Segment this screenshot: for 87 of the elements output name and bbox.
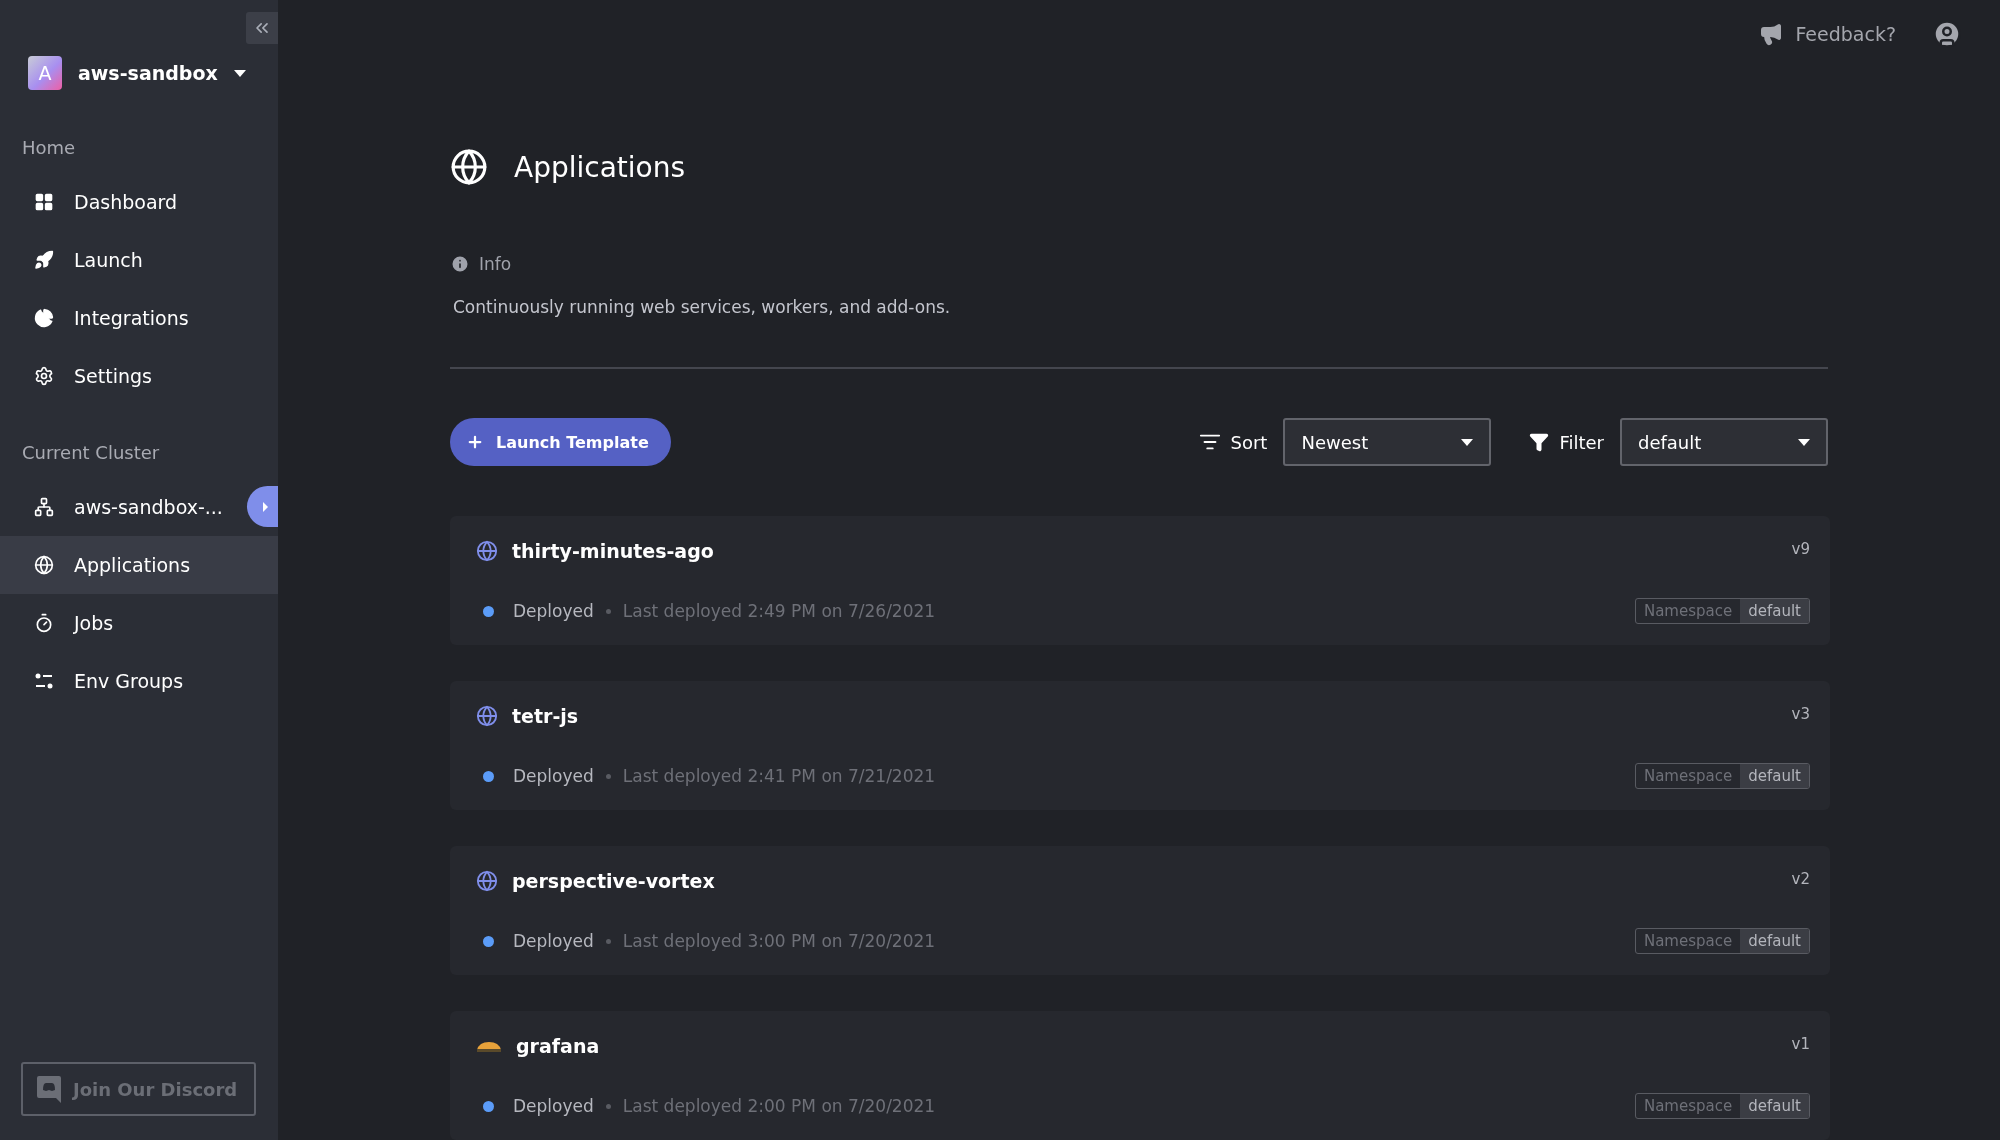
app-card[interactable]: tetr-js v3 Deployed Last deployed 2:41 PM on 7/21/2021 Namespace default [450, 681, 1830, 810]
caret-icon[interactable] [233, 69, 246, 77]
stopwatch-icon [34, 613, 54, 633]
workspace-name[interactable]: aws-sandbox [78, 62, 218, 84]
sidebar-item[interactable]: Launch [0, 231, 278, 289]
user-avatar-icon[interactable] [1932, 19, 1962, 49]
sidebar-item-label: Integrations [74, 307, 189, 329]
separator-dot [605, 1103, 611, 1109]
sidebar-item-label: Jobs [74, 612, 114, 634]
app-version: v3 [1791, 705, 1810, 723]
info-label: Info [479, 254, 512, 274]
collapse-button[interactable] [246, 12, 278, 44]
namespace-value: default [1740, 1094, 1809, 1118]
sort-select[interactable]: Newest [1283, 418, 1492, 466]
app-status: Deployed [513, 1096, 594, 1116]
sidebar-item[interactable]: Integrations [0, 289, 278, 347]
page-title: Applications [514, 150, 686, 184]
sliders-icon [34, 671, 54, 691]
sidebar-item[interactable]: aws-sandbox-... [0, 478, 278, 536]
sidebar-item[interactable]: Applications [0, 536, 278, 594]
app-status: Deployed [513, 601, 594, 621]
separator-dot [605, 773, 611, 779]
app-name: grafana [516, 1035, 600, 1057]
app-card[interactable]: thirty-minutes-ago v9 Deployed Last deployed 2:49 PM on 7/26/2021 Namespace default [450, 516, 1830, 645]
sidebar-item-label: aws-sandbox-... [74, 496, 223, 518]
sort-label: Sort [1230, 431, 1268, 453]
workspace-avatar: A [28, 56, 62, 90]
app-version: v1 [1791, 1035, 1810, 1053]
namespace-value: default [1740, 599, 1809, 623]
feedback-button[interactable]: Feedback? [1759, 22, 1896, 46]
nodes-icon [34, 497, 54, 517]
sidebar-item[interactable]: Jobs [0, 594, 278, 652]
globe-icon [450, 148, 488, 186]
globe-icon [476, 540, 498, 562]
namespace-label: Namespace [1642, 766, 1734, 787]
separator-dot [605, 938, 611, 944]
namespace-label: Namespace [1642, 931, 1734, 952]
filter-select[interactable]: default [1620, 418, 1828, 466]
sidebar-item-label: Applications [74, 554, 191, 576]
app-name: perspective-vortex [512, 870, 715, 892]
app-name: thirty-minutes-ago [512, 540, 714, 562]
status-dot [483, 1100, 494, 1112]
sidebar-item[interactable]: Env Groups [0, 652, 278, 710]
grid-icon [34, 192, 54, 212]
sidebar-item-label: Dashboard [74, 191, 178, 213]
launch-template-button[interactable]: Launch Template [450, 418, 671, 466]
globe-icon [476, 705, 498, 727]
sidebar-item[interactable]: Settings [0, 347, 278, 405]
app-version: v9 [1791, 540, 1810, 558]
app-status: Deployed [513, 766, 594, 786]
last-deployed: Last deployed 2:49 PM on 7/26/2021 [622, 601, 936, 621]
app-status: Deployed [513, 931, 594, 951]
namespace-label: Namespace [1642, 601, 1734, 622]
app-card[interactable]: grafana v1 Deployed Last deployed 2:00 PM on 7/20/2021 Namespace default [450, 1011, 1830, 1140]
filter-label: Filter [1559, 431, 1604, 453]
sidebar-item[interactable]: Dashboard [0, 173, 278, 231]
globe-icon [34, 555, 54, 575]
expand-button[interactable] [247, 486, 278, 527]
info-icon [450, 254, 470, 274]
logo-icon [476, 1039, 502, 1053]
megaphone-icon [1759, 22, 1784, 46]
namespace-value: default [1740, 929, 1809, 953]
plus-icon [466, 433, 484, 451]
status-dot [483, 605, 494, 617]
last-deployed: Last deployed 2:00 PM on 7/20/2021 [622, 1096, 936, 1116]
namespace-label: Namespace [1642, 1096, 1734, 1117]
settings-icon [34, 366, 54, 386]
pie-chart-icon [34, 308, 54, 328]
filter-icon [1529, 432, 1550, 452]
chat-bubble-icon [37, 1075, 61, 1103]
status-dot [483, 935, 494, 947]
rocket-icon [34, 250, 54, 270]
sidebar-item-label: Settings [74, 365, 152, 387]
last-deployed: Last deployed 2:41 PM on 7/21/2021 [622, 766, 936, 786]
page-description: Continuously running web services, workers, and add-ons. [453, 297, 952, 317]
section-title: Home [21, 136, 77, 158]
separator-dot [605, 608, 611, 614]
last-deployed: Last deployed 3:00 PM on 7/20/2021 [622, 931, 936, 951]
app-name: tetr-js [512, 705, 579, 727]
app-card[interactable]: perspective-vortex v2 Deployed Last deployed 3:00 PM on 7/20/2021 Namespace default [450, 846, 1830, 975]
globe-icon [476, 870, 498, 892]
namespace-value: default [1740, 764, 1809, 788]
sidebar-item-label: Env Groups [74, 670, 184, 692]
status-dot [483, 770, 494, 782]
sidebar-item-label: Launch [74, 249, 143, 271]
section-title: Current Cluster [21, 441, 161, 463]
app-version: v2 [1791, 870, 1810, 888]
